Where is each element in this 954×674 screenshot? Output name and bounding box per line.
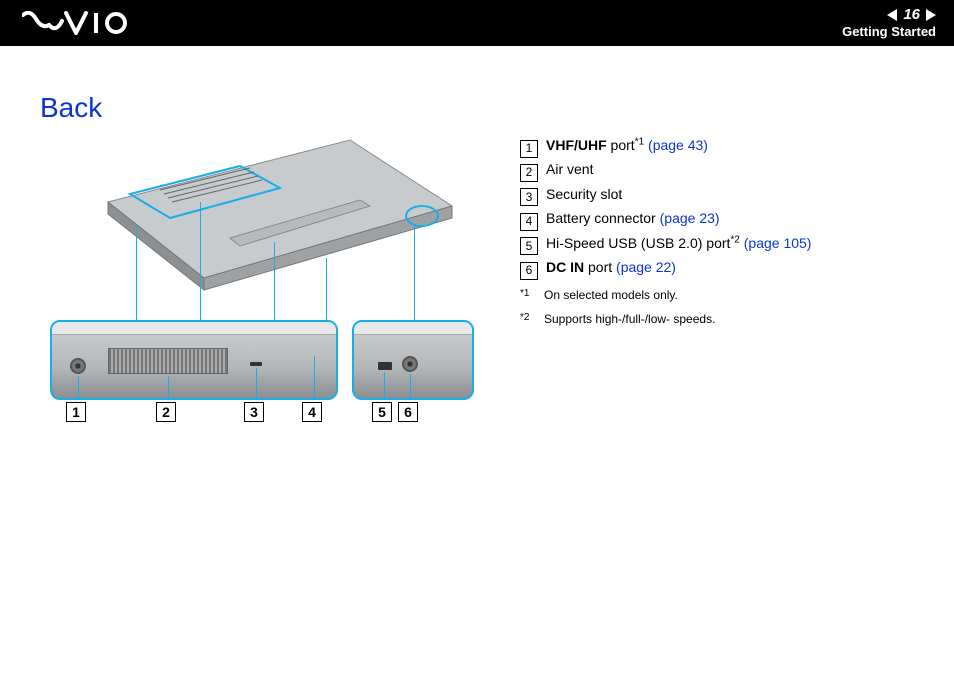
callout-item: 1 VHF/UHF port*1 (page 43) [520,134,811,156]
callout-number: 2 [520,164,538,182]
callout-item: 3 Security slot [520,183,811,205]
page-nav: 16 Getting Started [842,6,936,40]
section-title[interactable]: Getting Started [842,24,936,40]
callout-number: 4 [520,213,538,231]
callout-number: 5 [520,237,538,255]
prev-page-icon[interactable] [887,9,897,21]
back-right-detail [352,320,474,400]
page-ref-link[interactable]: (page 23) [660,210,720,226]
next-page-icon[interactable] [926,9,936,21]
callout-marker-5: 5 [372,402,392,422]
back-view-diagram: 1 2 3 4 5 6 [40,130,490,430]
callout-number: 1 [520,140,538,158]
callout-marker-4: 4 [302,402,322,422]
laptop-underside-image [100,138,460,308]
callout-list: 1 VHF/UHF port*1 (page 43) 2 Air vent 3 … [520,130,811,333]
callout-item: 4 Battery connector (page 23) [520,207,811,229]
callout-item: 2 Air vent [520,158,811,180]
footnotes: *1 On selected models only. *2 Supports … [520,286,811,328]
callout-item: 5 Hi-Speed USB (USB 2.0) port*2 (page 10… [520,232,811,254]
header-bar: 16 Getting Started [0,0,954,46]
page-ref-link[interactable]: (page 105) [744,235,812,251]
vaio-logo [22,11,132,35]
footnote: *2 Supports high-/full-/low- speeds. [520,310,811,329]
callout-marker-1: 1 [66,402,86,422]
callout-marker-3: 3 [244,402,264,422]
footnote: *1 On selected models only. [520,286,811,305]
callout-marker-6: 6 [398,402,418,422]
page-title: Back [40,92,914,124]
callout-marker-2: 2 [156,402,176,422]
page-ref-link[interactable]: (page 22) [616,259,676,275]
page-number: 16 [903,6,920,24]
callout-number: 6 [520,262,538,280]
callout-number: 3 [520,188,538,206]
back-left-detail [50,320,338,400]
callout-item: 6 DC IN port (page 22) [520,256,811,278]
page-ref-link[interactable]: (page 43) [648,137,708,153]
